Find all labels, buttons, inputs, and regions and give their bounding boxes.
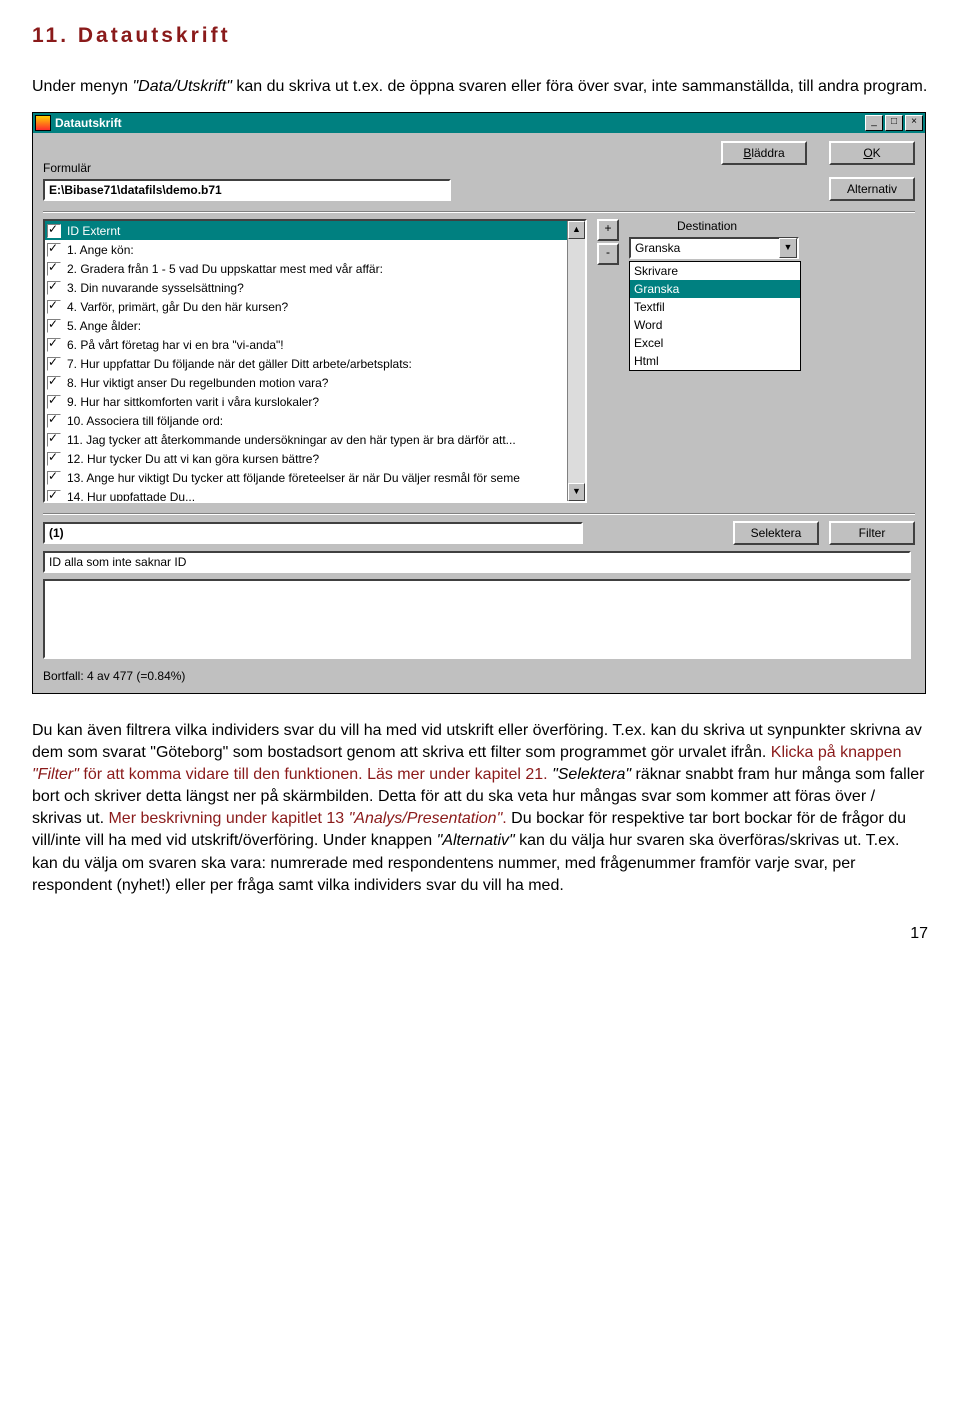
- list-item-label: 3. Din nuvarande sysselsättning?: [67, 281, 244, 295]
- destination-value: Granska: [635, 241, 680, 255]
- dropdown-option[interactable]: Word: [630, 316, 800, 334]
- checkbox-icon[interactable]: [47, 376, 61, 390]
- divider-2: [43, 513, 915, 515]
- list-item-label: 8. Hur viktigt anser Du regelbunden moti…: [67, 376, 328, 390]
- p2-kw-sel: "Selektera": [552, 766, 631, 783]
- add-button[interactable]: +: [597, 219, 619, 241]
- ok-button[interactable]: OK: [829, 141, 915, 165]
- list-item-label: 10. Associera till följande ord:: [67, 414, 223, 428]
- list-item[interactable]: 4. Varför, primärt, går Du den här kurse…: [45, 297, 568, 316]
- list-item[interactable]: 11. Jag tycker att återkommande undersök…: [45, 430, 568, 449]
- list-item-label: 1. Ange kön:: [67, 243, 134, 257]
- dropdown-option[interactable]: Textfil: [630, 298, 800, 316]
- destination-combo[interactable]: Granska ▼: [629, 237, 799, 259]
- intro-paragraph: Under menyn "Data/Utskrift" kan du skriv…: [32, 76, 928, 98]
- list-item[interactable]: 1. Ange kön:: [45, 240, 568, 259]
- p2-red2: Mer beskrivning under kapitlet 13 "Analy…: [108, 810, 506, 827]
- remove-button[interactable]: -: [597, 243, 619, 265]
- list-item-label: 2. Gradera från 1 - 5 vad Du uppskattar …: [67, 262, 383, 276]
- scroll-up-button[interactable]: ▲: [568, 221, 585, 239]
- list-item-label: 14. Hur uppfattade Du...: [67, 490, 195, 504]
- form-label: Formulär: [43, 161, 451, 175]
- checkbox-icon[interactable]: [47, 490, 61, 504]
- app-window: Datautskrift _ □ × Formulär E:\Bibase71\…: [32, 112, 926, 694]
- checkbox-icon[interactable]: [47, 224, 61, 238]
- scrollbar[interactable]: ▲ ▼: [567, 221, 585, 501]
- scroll-down-button[interactable]: ▼: [568, 483, 585, 501]
- list-item-label: 5. Ange ålder:: [67, 319, 141, 333]
- list-item[interactable]: 8. Hur viktigt anser Du regelbunden moti…: [45, 373, 568, 392]
- list-item[interactable]: 2. Gradera från 1 - 5 vad Du uppskattar …: [45, 259, 568, 278]
- list-item-label: 11. Jag tycker att återkommande undersök…: [67, 433, 516, 447]
- p2-kw-alt: "Alternativ": [437, 832, 515, 849]
- dropdown-option[interactable]: Skrivare: [630, 262, 800, 280]
- options-button[interactable]: Alternativ: [829, 177, 915, 201]
- divider: [43, 211, 915, 213]
- list-item[interactable]: 13. Ange hur viktigt Du tycker att följa…: [45, 468, 568, 487]
- checkbox-icon[interactable]: [47, 395, 61, 409]
- list-item[interactable]: 10. Associera till följande ord:: [45, 411, 568, 430]
- dropdown-option[interactable]: Excel: [630, 334, 800, 352]
- checkbox-icon[interactable]: [47, 471, 61, 485]
- list-item[interactable]: 12. Hur tycker Du att vi kan göra kursen…: [45, 449, 568, 468]
- chevron-down-icon[interactable]: ▼: [779, 238, 797, 258]
- dropdown-option[interactable]: Granska: [630, 280, 800, 298]
- dropdown-option[interactable]: Html: [630, 352, 800, 370]
- window-title: Datautskrift: [55, 116, 863, 130]
- close-button[interactable]: ×: [905, 115, 923, 131]
- list-item[interactable]: 5. Ange ålder:: [45, 316, 568, 335]
- checkbox-icon[interactable]: [47, 414, 61, 428]
- checkbox-icon[interactable]: [47, 262, 61, 276]
- list-item[interactable]: ID Externt: [45, 221, 568, 240]
- list-item[interactable]: 9. Hur har sittkomforten varit i våra ku…: [45, 392, 568, 411]
- list-item-label: 6. På vårt företag har vi en bra "vi-and…: [67, 338, 284, 352]
- path-field[interactable]: E:\Bibase71\datafils\demo.b71: [43, 179, 451, 201]
- titlebar: Datautskrift _ □ ×: [33, 113, 925, 133]
- intro-b: kan du skriva ut t.ex. de öppna svaren e…: [232, 78, 927, 95]
- intro-kw-data-utskrift: "Data/Utskrift": [133, 78, 232, 95]
- list-item-label: 12. Hur tycker Du att vi kan göra kursen…: [67, 452, 319, 466]
- section-heading: 11. Datautskrift: [32, 24, 928, 48]
- browse-button[interactable]: Bläddra: [721, 141, 807, 165]
- minimize-button[interactable]: _: [865, 115, 883, 131]
- filter-button[interactable]: Filter: [829, 521, 915, 545]
- maximize-button[interactable]: □: [885, 115, 903, 131]
- list-item[interactable]: 6. På vårt företag har vi en bra "vi-and…: [45, 335, 568, 354]
- destination-label: Destination: [677, 219, 889, 233]
- page-number: 17: [32, 925, 928, 943]
- questions-listbox[interactable]: ID Externt 1. Ange kön: 2. Gradera från 1 …: [43, 219, 587, 503]
- list-item-label: ID Externt: [67, 224, 120, 238]
- list-item-label: 13. Ange hur viktigt Du tycker att följa…: [67, 471, 520, 485]
- checkbox-icon[interactable]: [47, 452, 61, 466]
- select-button[interactable]: Selektera: [733, 521, 819, 545]
- list-item[interactable]: 7. Hur uppfattar Du följande när det gäl…: [45, 354, 568, 373]
- blank-area: [43, 579, 911, 659]
- app-icon: [35, 115, 51, 131]
- intro-a: Under menyn: [32, 78, 133, 95]
- count-field: (1): [43, 522, 583, 544]
- checkbox-icon[interactable]: [47, 300, 61, 314]
- checkbox-icon[interactable]: [47, 319, 61, 333]
- para2: Du kan även filtrera vilka individers sv…: [32, 720, 928, 897]
- checkbox-icon[interactable]: [47, 281, 61, 295]
- list-item-label: 7. Hur uppfattar Du följande när det gäl…: [67, 357, 412, 371]
- destination-dropdown-list[interactable]: SkrivareGranskaTextfilWordExcelHtml: [629, 261, 801, 371]
- list-item[interactable]: 3. Din nuvarande sysselsättning?: [45, 278, 568, 297]
- checkbox-icon[interactable]: [47, 357, 61, 371]
- status-text: Bortfall: 4 av 477 (=0.84%): [43, 669, 915, 683]
- list-item-label: 9. Hur har sittkomforten varit i våra ku…: [67, 395, 319, 409]
- list-item-label: 4. Varför, primärt, går Du den här kurse…: [67, 300, 288, 314]
- checkbox-icon[interactable]: [47, 243, 61, 257]
- checkbox-icon[interactable]: [47, 338, 61, 352]
- id-filter-field[interactable]: ID alla som inte saknar ID: [43, 551, 911, 573]
- checkbox-icon[interactable]: [47, 433, 61, 447]
- list-item[interactable]: 14. Hur uppfattade Du...: [45, 487, 568, 503]
